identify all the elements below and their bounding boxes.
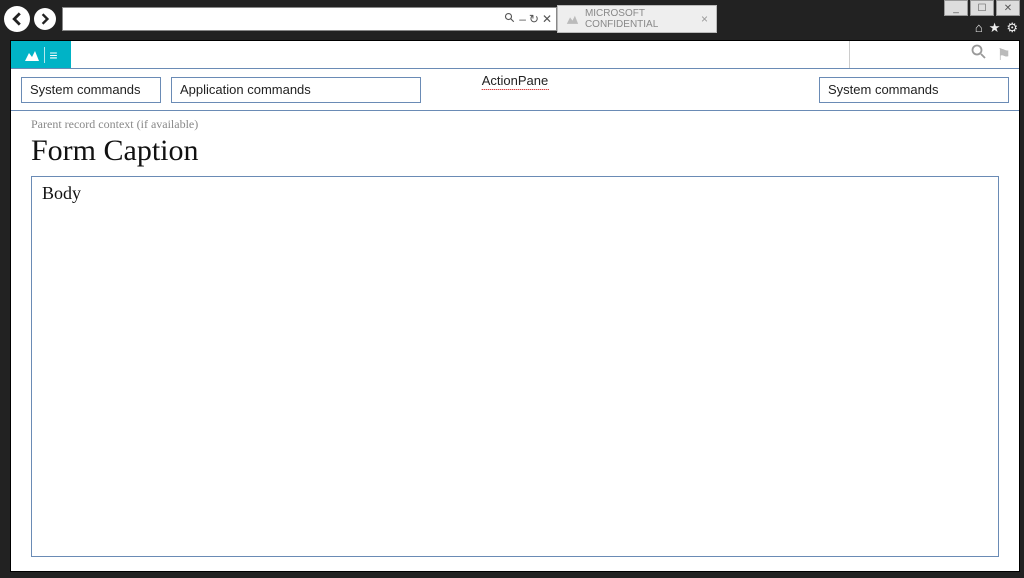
home-icon[interactable]: ⌂ <box>975 20 983 36</box>
tab-favicon <box>566 11 579 27</box>
window-controls: _ ☐ ✕ <box>944 0 1020 16</box>
system-commands-left[interactable]: System commands <box>21 77 161 103</box>
app-search-input[interactable] <box>861 48 961 62</box>
browser-chrome: – ↻ ✕ MICROSOFT CONFIDENTIAL × _ ☐ ✕ ⌂ ★… <box>0 0 1024 38</box>
form-caption: Form Caption <box>31 134 999 168</box>
browser-tab[interactable]: MICROSOFT CONFIDENTIAL × <box>557 5 717 33</box>
app-logo-icon <box>24 47 40 63</box>
window-close-button[interactable]: ✕ <box>996 0 1020 16</box>
app-logo-separator <box>44 47 45 63</box>
parent-record-context: Parent record context (if available) <box>31 117 999 132</box>
address-stop-icon[interactable]: ✕ <box>542 12 552 26</box>
form-body[interactable]: Body <box>31 176 999 557</box>
system-commands-right-label: System commands <box>828 82 939 97</box>
address-search-icon[interactable] <box>504 12 516 27</box>
nav-forward-button[interactable] <box>34 8 56 30</box>
app-window: ≡ ⚑ System commands Application commands… <box>10 40 1020 572</box>
form-body-label: Body <box>42 183 81 203</box>
system-commands-right[interactable]: System commands <box>819 77 1009 103</box>
window-minimize-button[interactable]: _ <box>944 0 968 16</box>
window-maximize-button[interactable]: ☐ <box>970 0 994 16</box>
address-refresh-icon[interactable]: ↻ <box>529 12 539 26</box>
application-commands[interactable]: Application commands <box>171 77 421 103</box>
app-header: ≡ ⚑ <box>11 41 1019 69</box>
settings-icon[interactable]: ⚙ <box>1006 20 1018 36</box>
application-commands-label: Application commands <box>180 82 311 97</box>
tab-close-icon[interactable]: × <box>701 12 708 26</box>
system-commands-left-label: System commands <box>30 82 141 97</box>
app-logo-button[interactable]: ≡ <box>11 41 71 68</box>
app-search-icon[interactable] <box>971 44 987 65</box>
action-pane-label: ActionPane <box>482 73 549 90</box>
nav-back-button[interactable] <box>4 6 30 32</box>
app-search-area: ⚑ <box>849 41 1019 68</box>
tab-title: MICROSOFT CONFIDENTIAL <box>585 8 695 30</box>
favorites-icon[interactable]: ★ <box>989 20 1001 36</box>
form-content: Parent record context (if available) For… <box>11 111 1019 571</box>
flag-icon[interactable]: ⚑ <box>997 45 1011 65</box>
browser-toolbar-icons: ⌂ ★ ⚙ <box>975 20 1018 36</box>
address-sep: – <box>519 12 526 26</box>
hamburger-icon[interactable]: ≡ <box>49 47 57 63</box>
address-bar[interactable]: – ↻ ✕ <box>62 7 557 31</box>
action-pane: System commands Application commands Act… <box>11 69 1019 111</box>
